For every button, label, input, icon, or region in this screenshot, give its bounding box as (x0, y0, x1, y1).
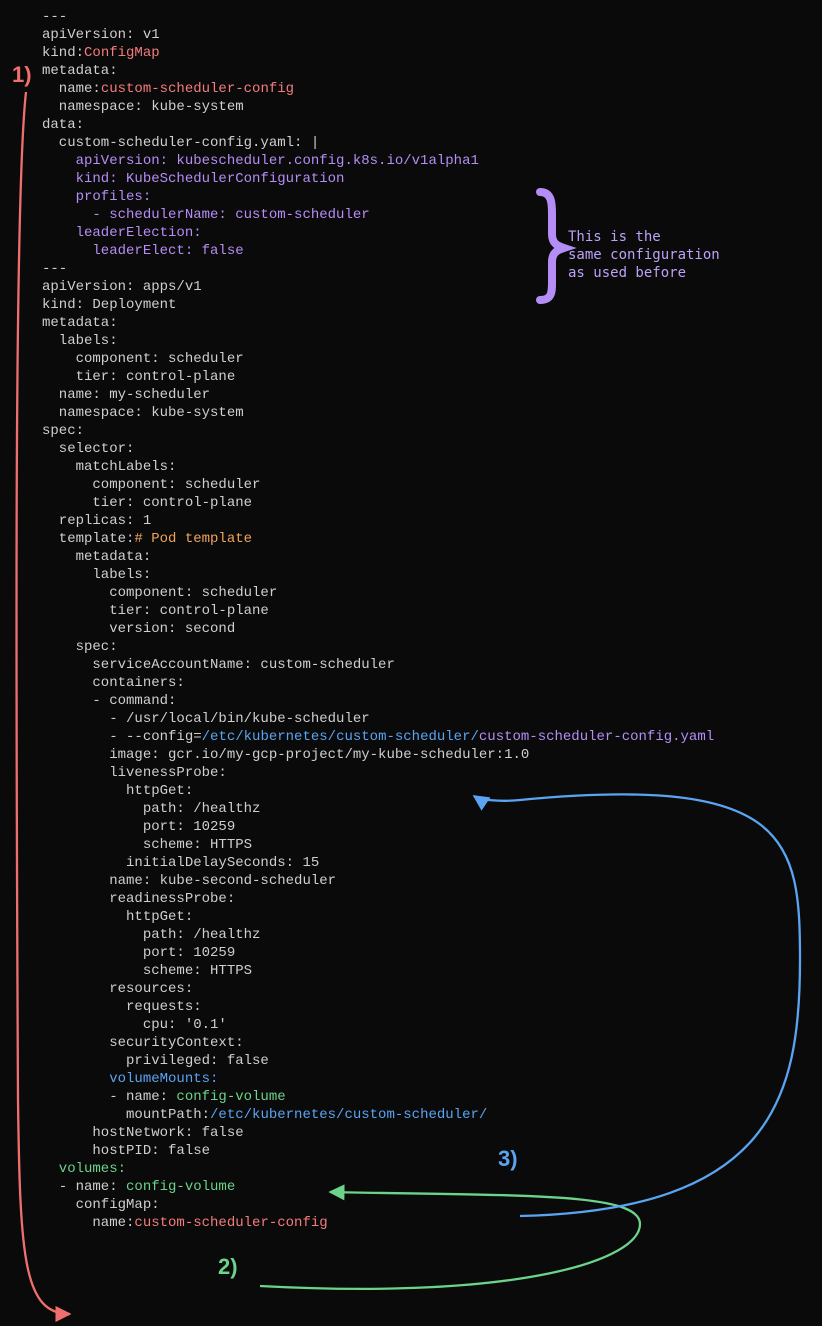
marker-two: 2) (218, 1258, 238, 1276)
code-line: component: scheduler (42, 585, 277, 601)
code-line: name: (42, 1215, 134, 1231)
embedded-config-line: kind: KubeSchedulerConfiguration (42, 171, 344, 187)
pod-template-comment: # Pod template (134, 531, 252, 547)
yaml-code-block: --- apiVersion: v1 kind:ConfigMap metada… (42, 8, 714, 1232)
code-line: privileged: false (42, 1053, 269, 1069)
code-line: metadata: (42, 549, 151, 565)
code-line: name: my-scheduler (42, 387, 210, 403)
code-line: readinessProbe: (42, 891, 235, 907)
mount-path: /etc/kubernetes/custom-scheduler/ (210, 1107, 487, 1123)
volumemounts-key: volumeMounts: (42, 1071, 218, 1087)
code-line: cpu: '0.1' (42, 1017, 227, 1033)
code-line: initialDelaySeconds: 15 (42, 855, 319, 871)
code-line: containers: (42, 675, 185, 691)
code-line: mountPath: (42, 1107, 210, 1123)
code-line: resources: (42, 981, 193, 997)
code-line: --- (42, 261, 67, 277)
code-line: kind: (42, 45, 84, 61)
code-line: configMap: (42, 1197, 160, 1213)
code-line: replicas: 1 (42, 513, 151, 529)
code-line: hostNetwork: false (42, 1125, 244, 1141)
code-line: - name: (42, 1179, 126, 1195)
embedded-config-line: profiles: (42, 189, 151, 205)
code-line: metadata: (42, 63, 118, 79)
marker-one: 1) (12, 66, 32, 84)
configmap-name: custom-scheduler-config (101, 81, 294, 97)
code-line: httpGet: (42, 783, 193, 799)
code-line: kind: Deployment (42, 297, 176, 313)
code-line: labels: (42, 333, 118, 349)
code-line: spec: (42, 423, 84, 439)
code-line: - command: (42, 693, 176, 709)
code-line: component: scheduler (42, 477, 260, 493)
code-line: port: 10259 (42, 819, 235, 835)
code-line: securityContext: (42, 1035, 244, 1051)
code-line: apiVersion: v1 (42, 27, 160, 43)
code-line: spec: (42, 639, 118, 655)
config-path-file: custom-scheduler-config.yaml (479, 729, 714, 745)
code-line: version: second (42, 621, 235, 637)
code-line: hostPID: false (42, 1143, 210, 1159)
embedded-config-line: apiVersion: kubescheduler.config.k8s.io/… (42, 153, 479, 169)
code-line: matchLabels: (42, 459, 176, 475)
code-line: template: (42, 531, 134, 547)
vol-configmap-name: custom-scheduler-config (134, 1215, 327, 1231)
code-line: namespace: kube-system (42, 99, 244, 115)
code-line: component: scheduler (42, 351, 244, 367)
vol-name: config-volume (126, 1179, 235, 1195)
code-line: labels: (42, 567, 151, 583)
code-line: data: (42, 117, 84, 133)
code-line: - name: (42, 1089, 176, 1105)
volmount-name: config-volume (176, 1089, 285, 1105)
code-line: selector: (42, 441, 134, 457)
code-line: scheme: HTTPS (42, 837, 252, 853)
diagram-stage: 1) 2) 3) This is the same configuration … (0, 0, 822, 1326)
code-line: custom-scheduler-config.yaml: | (42, 135, 319, 151)
embedded-config-line: leaderElect: false (42, 243, 244, 259)
code-line: serviceAccountName: custom-scheduler (42, 657, 395, 673)
code-line: apiVersion: apps/v1 (42, 279, 202, 295)
code-line: scheme: HTTPS (42, 963, 252, 979)
code-line: path: /healthz (42, 801, 260, 817)
code-line: - --config= (42, 729, 202, 745)
code-line: tier: control-plane (42, 603, 269, 619)
code-line: namespace: kube-system (42, 405, 244, 421)
config-path-dir: /etc/kubernetes/custom-scheduler/ (202, 729, 479, 745)
code-line: httpGet: (42, 909, 193, 925)
code-line: tier: control-plane (42, 495, 252, 511)
embedded-config-line: - schedulerName: custom-scheduler (42, 207, 370, 223)
code-line: path: /healthz (42, 927, 260, 943)
code-line: port: 10259 (42, 945, 235, 961)
code-line: tier: control-plane (42, 369, 235, 385)
code-line: requests: (42, 999, 202, 1015)
code-line: image: gcr.io/my-gcp-project/my-kube-sch… (42, 747, 529, 763)
volumes-key: volumes: (42, 1161, 126, 1177)
code-line: name: (42, 81, 101, 97)
code-line: --- (42, 9, 67, 25)
code-line: metadata: (42, 315, 118, 331)
code-line: livenessProbe: (42, 765, 227, 781)
code-line: name: kube-second-scheduler (42, 873, 336, 889)
code-line: - /usr/local/bin/kube-scheduler (42, 711, 370, 727)
embedded-config-line: leaderElection: (42, 225, 202, 241)
kind-configmap: ConfigMap (84, 45, 160, 61)
